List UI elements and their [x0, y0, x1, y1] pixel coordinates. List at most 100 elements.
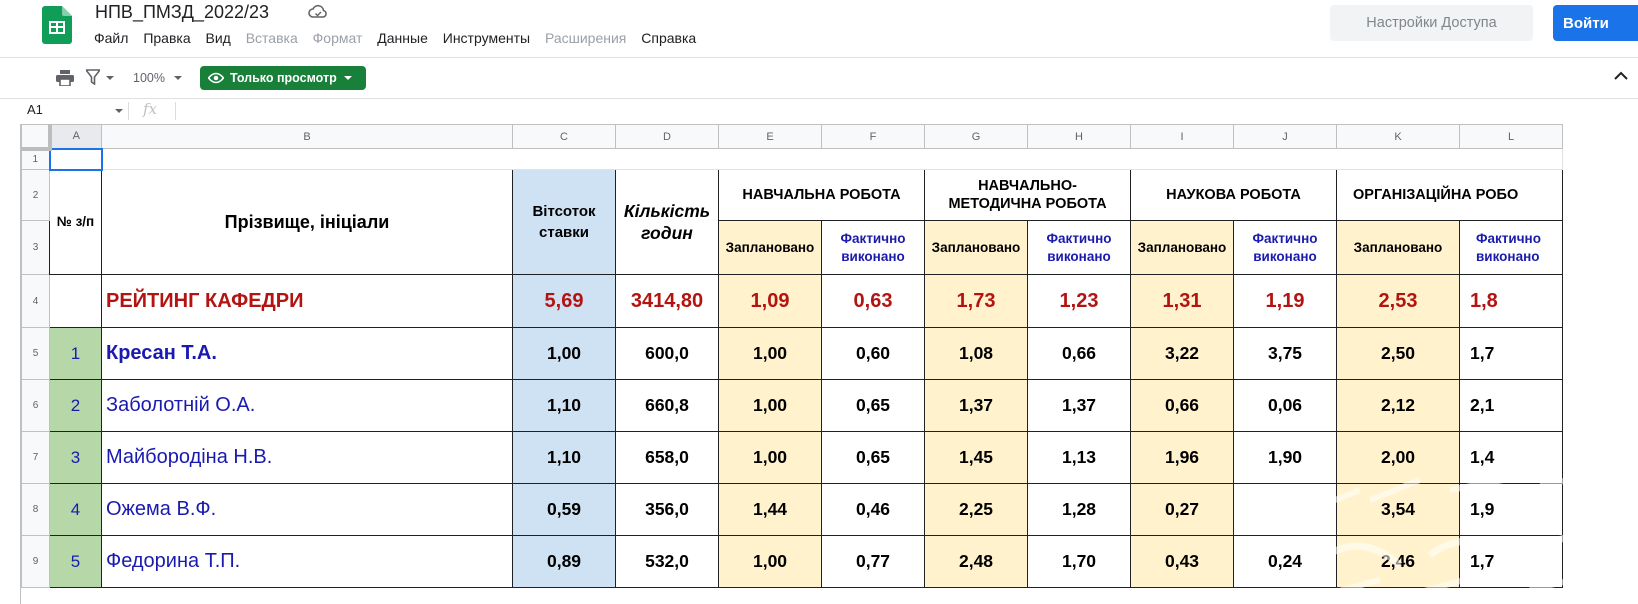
actual-header[interactable]: Фактично виконано	[1233, 220, 1337, 275]
column-header[interactable]: I	[1130, 124, 1234, 149]
print-icon[interactable]	[56, 70, 74, 86]
menu-data[interactable]: Данные	[377, 30, 428, 46]
value-cell[interactable]: 2,25	[924, 483, 1028, 536]
row-header[interactable]: 5	[21, 327, 50, 380]
value-cell[interactable]: 0,46	[821, 483, 925, 536]
google-sheets-logo[interactable]	[42, 6, 72, 44]
header-hours[interactable]: Кількість годин	[615, 169, 719, 275]
value-cell[interactable]: 3,75	[1233, 327, 1337, 380]
value-cell[interactable]: 1,7	[1459, 535, 1563, 588]
value-cell[interactable]: 0,24	[1233, 535, 1337, 588]
row-header[interactable]: 3	[21, 220, 50, 275]
value-cell[interactable]: 1,45	[924, 431, 1028, 484]
row-header[interactable]: 1	[21, 148, 50, 170]
row-index[interactable]: 4	[49, 483, 102, 536]
value-cell[interactable]: 1,08	[924, 327, 1028, 380]
filter-dropdown-caret[interactable]	[106, 76, 114, 80]
actual-header[interactable]: Фактично виконано	[1027, 220, 1131, 275]
value-cell[interactable]: 1,00	[718, 431, 822, 484]
value-cell[interactable]: 2,48	[924, 535, 1028, 588]
planned-header[interactable]: Заплановано	[718, 220, 822, 275]
value-cell[interactable]: 0,66	[1130, 379, 1234, 432]
header-pct[interactable]: Вітсоток ставки	[512, 169, 616, 275]
zoom-dropdown-caret[interactable]	[174, 76, 182, 80]
planned-header[interactable]: Заплановано	[924, 220, 1028, 275]
value-cell[interactable]: 0,66	[1027, 327, 1131, 380]
planned-header[interactable]: Заплановано	[1130, 220, 1234, 275]
value-cell[interactable]: 0,43	[1130, 535, 1234, 588]
planned-header[interactable]: Заплановано	[1336, 220, 1460, 275]
column-header[interactable]: K	[1336, 124, 1460, 149]
column-header[interactable]: F	[821, 124, 925, 149]
hours-value[interactable]: 600,0	[615, 327, 719, 380]
column-header[interactable]: J	[1233, 124, 1337, 149]
view-only-button[interactable]: Только просмотр	[200, 66, 366, 90]
header-num[interactable]: № з/п	[49, 169, 102, 275]
column-header[interactable]: C	[512, 124, 616, 149]
menu-edit[interactable]: Правка	[143, 30, 190, 46]
menu-tools[interactable]: Инструменты	[443, 30, 530, 46]
hours-value[interactable]: 532,0	[615, 535, 719, 588]
section-organizational[interactable]: ОРГАНІЗАЦІЙНА РОБО	[1336, 169, 1563, 221]
column-header[interactable]: A	[49, 124, 102, 149]
hours-value[interactable]: 658,0	[615, 431, 719, 484]
teacher-name[interactable]: Федорина Т.П.	[101, 535, 513, 588]
row-header[interactable]: 9	[21, 535, 50, 588]
row-index[interactable]: 2	[49, 379, 102, 432]
row-header[interactable]: 6	[21, 379, 50, 432]
column-header[interactable]: E	[718, 124, 822, 149]
value-cell[interactable]: 2,46	[1336, 535, 1460, 588]
hours-value[interactable]: 356,0	[615, 483, 719, 536]
column-header[interactable]: B	[101, 124, 513, 149]
row-header[interactable]: 8	[21, 483, 50, 536]
rating-value[interactable]: 0,63	[821, 274, 925, 328]
section-teaching[interactable]: НАВЧАЛЬНА РОБОТА	[718, 169, 925, 221]
rating-value[interactable]: 1,19	[1233, 274, 1337, 328]
row-index[interactable]: 5	[49, 535, 102, 588]
header-name[interactable]: Прізвище, ініціали	[101, 169, 513, 275]
value-cell[interactable]: 1,28	[1027, 483, 1131, 536]
cloud-status-icon[interactable]	[308, 4, 328, 20]
pct-value[interactable]: 1,10	[512, 431, 616, 484]
cell-a1-selected[interactable]	[48, 147, 103, 171]
column-header[interactable]: L	[1459, 124, 1563, 149]
row-index[interactable]: 1	[49, 327, 102, 380]
empty-row[interactable]	[101, 148, 1563, 170]
rating-value[interactable]: 1,31	[1130, 274, 1234, 328]
value-cell[interactable]: 1,00	[718, 379, 822, 432]
menu-file[interactable]: Файл	[94, 30, 128, 46]
pct-value[interactable]: 1,00	[512, 327, 616, 380]
value-cell[interactable]	[1233, 483, 1337, 536]
rating-num-cell[interactable]	[49, 274, 102, 328]
sheet-grid[interactable]: A B C D E F G H I J K L 1 2 № з/п Прізви…	[20, 124, 1638, 604]
value-cell[interactable]: 1,13	[1027, 431, 1131, 484]
teacher-name[interactable]: Майбородіна Н.В.	[101, 431, 513, 484]
row-index[interactable]: 3	[49, 431, 102, 484]
value-cell[interactable]: 0,27	[1130, 483, 1234, 536]
pct-value[interactable]: 0,89	[512, 535, 616, 588]
value-cell[interactable]: 3,22	[1130, 327, 1234, 380]
column-header[interactable]: H	[1027, 124, 1131, 149]
section-research[interactable]: НАУКОВА РОБОТА	[1130, 169, 1337, 221]
row-header[interactable]: 2	[21, 169, 50, 221]
value-cell[interactable]: 1,00	[718, 535, 822, 588]
value-cell[interactable]: 2,1	[1459, 379, 1563, 432]
column-header[interactable]: G	[924, 124, 1028, 149]
hours-value[interactable]: 660,8	[615, 379, 719, 432]
filter-icon[interactable]	[86, 69, 100, 85]
value-cell[interactable]: 0,06	[1233, 379, 1337, 432]
rating-hours[interactable]: 3414,80	[615, 274, 719, 328]
zoom-select[interactable]: 100%	[133, 71, 165, 85]
teacher-name[interactable]: Ожема В.Ф.	[101, 483, 513, 536]
value-cell[interactable]: 1,44	[718, 483, 822, 536]
value-cell[interactable]: 1,90	[1233, 431, 1337, 484]
row-header[interactable]: 7	[21, 431, 50, 484]
name-box[interactable]: A1	[27, 102, 43, 117]
share-settings-button[interactable]: Настройки Доступа	[1330, 5, 1533, 41]
value-cell[interactable]: 1,7	[1459, 327, 1563, 380]
value-cell[interactable]: 1,37	[924, 379, 1028, 432]
rating-value[interactable]: 1,73	[924, 274, 1028, 328]
rating-pct[interactable]: 5,69	[512, 274, 616, 328]
rating-value[interactable]: 2,53	[1336, 274, 1460, 328]
value-cell[interactable]: 1,37	[1027, 379, 1131, 432]
